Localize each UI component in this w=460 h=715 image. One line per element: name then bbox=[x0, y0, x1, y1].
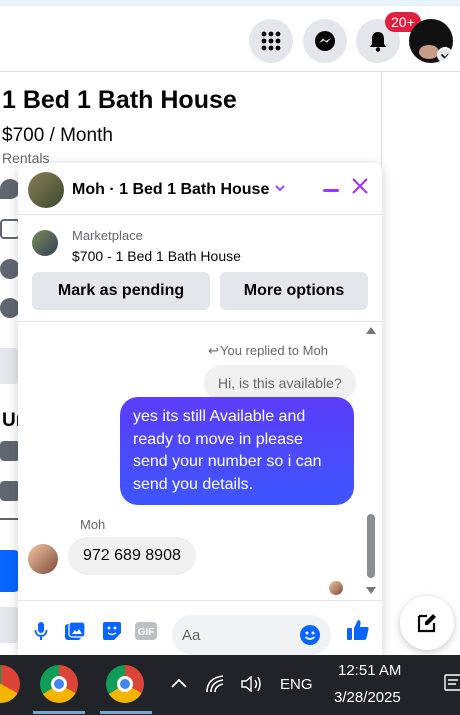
menu-button[interactable] bbox=[249, 19, 293, 63]
chrome-center-icon bbox=[117, 676, 133, 692]
reply-label: You replied to Moh bbox=[220, 343, 328, 358]
marketplace-item-thumbnail bbox=[32, 230, 58, 256]
house-icon bbox=[0, 441, 20, 461]
top-navigation-bar: 20+ bbox=[0, 0, 460, 72]
listing-action-button[interactable] bbox=[0, 348, 20, 384]
clock-time[interactable]: 12:51 AM bbox=[338, 662, 401, 679]
scroll-up-arrow-icon[interactable] bbox=[366, 327, 376, 334]
marketplace-item-link[interactable]: $700 - 1 Bed 1 Bath House bbox=[72, 248, 241, 264]
bell-icon bbox=[370, 32, 386, 52]
microphone-icon[interactable] bbox=[31, 621, 51, 641]
avatar-image bbox=[419, 45, 439, 59]
taskbar-app-partial[interactable] bbox=[0, 665, 20, 703]
language-indicator[interactable]: ENG bbox=[280, 676, 313, 693]
messenger-button[interactable] bbox=[303, 19, 347, 63]
reply-indicator: ↩You replied to Moh bbox=[208, 343, 328, 359]
scrollbar-thumb[interactable] bbox=[367, 514, 375, 578]
chat-header[interactable]: Moh · 1 Bed 1 Bath House bbox=[18, 163, 382, 215]
menu-grid-icon bbox=[261, 31, 281, 51]
read-receipt-avatar bbox=[329, 581, 343, 595]
listing-price: $700 / Month bbox=[2, 125, 113, 146]
chrome-app-icon[interactable] bbox=[40, 665, 78, 703]
marketplace-label: Marketplace bbox=[72, 228, 143, 243]
windows-taskbar: ENG 12:51 AM 3/28/2025 bbox=[0, 655, 460, 715]
chevron-up-icon[interactable] bbox=[170, 677, 188, 689]
size-icon bbox=[0, 518, 20, 526]
reply-arrow-icon: ↩ bbox=[208, 343, 219, 358]
location-icon bbox=[0, 179, 20, 199]
chat-avatar[interactable] bbox=[28, 172, 64, 208]
chevron-down-icon bbox=[437, 47, 453, 63]
message-composer: GIF bbox=[18, 600, 382, 655]
building-icon bbox=[0, 481, 20, 501]
message-input-container[interactable] bbox=[172, 615, 331, 655]
save-button[interactable] bbox=[0, 607, 20, 643]
clock-date[interactable]: 3/28/2025 bbox=[334, 689, 401, 706]
quoted-message-bubble[interactable]: Hi, is this available? bbox=[204, 365, 356, 401]
chat-options-chevron-icon[interactable] bbox=[274, 181, 286, 197]
paw-icon bbox=[0, 259, 20, 279]
mark-as-pending-button[interactable]: Mark as pending bbox=[32, 272, 210, 310]
thumbs-up-icon[interactable] bbox=[346, 618, 370, 642]
message-seller-button[interactable] bbox=[0, 550, 20, 592]
sticker-icon[interactable] bbox=[102, 621, 122, 641]
photo-icon[interactable] bbox=[65, 621, 85, 641]
wifi-icon[interactable] bbox=[205, 674, 227, 694]
chat-window: Moh · 1 Bed 1 Bath House Marketplace $70… bbox=[18, 163, 382, 655]
sender-avatar[interactable] bbox=[28, 544, 58, 574]
clock-icon bbox=[0, 298, 20, 318]
chrome-profile-app-icon[interactable] bbox=[106, 665, 144, 703]
compose-icon bbox=[417, 614, 436, 633]
chat-title[interactable]: Moh · 1 Bed 1 Bath House bbox=[72, 181, 269, 199]
emoji-icon[interactable] bbox=[300, 625, 320, 645]
scroll-down-arrow-icon[interactable] bbox=[366, 587, 376, 594]
message-thread: ↩You replied to Moh Hi, is this availabl… bbox=[18, 322, 382, 600]
active-app-indicator bbox=[100, 711, 152, 714]
messenger-icon bbox=[315, 31, 335, 51]
message-input[interactable] bbox=[182, 621, 292, 649]
close-icon[interactable] bbox=[351, 177, 369, 199]
outgoing-message-bubble[interactable]: yes its still Available and ready to mov… bbox=[120, 397, 354, 505]
floorplan-icon bbox=[0, 219, 20, 239]
new-message-button[interactable] bbox=[400, 596, 454, 650]
sender-name: Moh bbox=[80, 517, 106, 532]
minimize-icon[interactable] bbox=[323, 189, 339, 192]
profile-avatar-button[interactable] bbox=[409, 19, 453, 63]
svg-text:GIF: GIF bbox=[138, 627, 155, 638]
listing-title: 1 Bed 1 Bath House bbox=[2, 86, 237, 114]
chrome-center-icon bbox=[51, 676, 67, 692]
gif-icon[interactable]: GIF bbox=[135, 621, 157, 641]
volume-icon[interactable] bbox=[240, 674, 264, 694]
notification-center-icon[interactable] bbox=[444, 674, 460, 694]
active-app-indicator bbox=[33, 711, 85, 714]
browser-edge bbox=[0, 0, 460, 6]
more-options-button[interactable]: More options bbox=[220, 272, 368, 310]
incoming-message-bubble[interactable]: 972 689 8908 bbox=[68, 537, 196, 575]
